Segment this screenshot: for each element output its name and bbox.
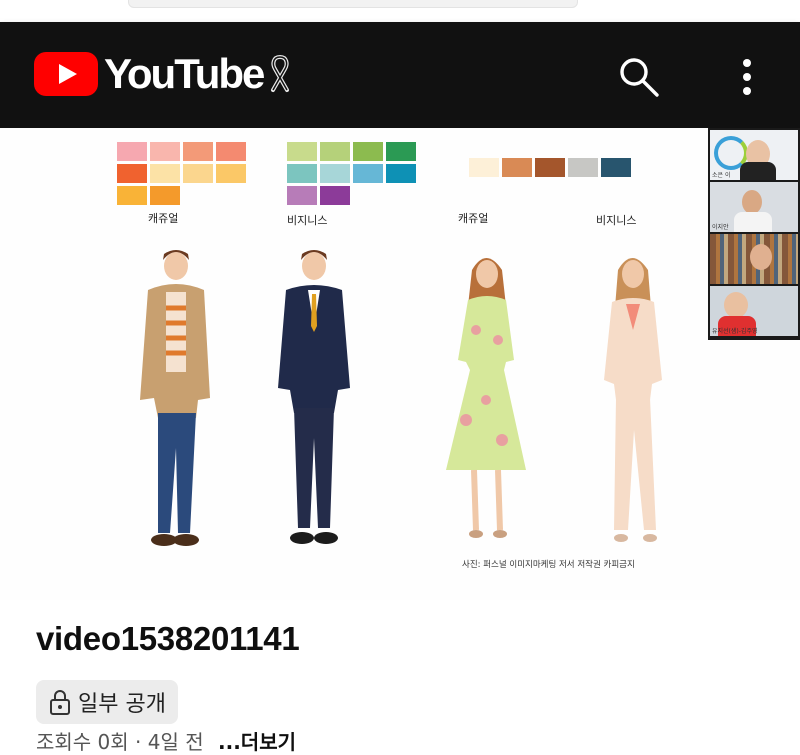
search-button[interactable] xyxy=(614,52,664,102)
color-swatch xyxy=(320,164,350,183)
color-swatch xyxy=(150,164,180,183)
label-business-women: 비지니스 xyxy=(596,214,637,227)
more-button[interactable] xyxy=(722,52,772,102)
app-header: YouTube xyxy=(0,22,800,128)
label-casual-men: 캐쥬얼 xyxy=(148,212,179,225)
ribbon-icon xyxy=(271,55,290,92)
figure-man-business xyxy=(278,250,350,544)
label-casual-women: 캐쥬얼 xyxy=(458,212,489,225)
palette-neutral xyxy=(469,158,631,177)
logo-text: YouTube xyxy=(104,50,265,97)
participant-tile: 이지안 xyxy=(710,182,798,232)
color-swatch xyxy=(287,164,317,183)
color-swatch xyxy=(601,158,631,177)
color-swatch xyxy=(353,142,383,161)
participant-tile: 유지선(샘)-김주영 xyxy=(710,286,798,336)
color-swatch xyxy=(568,158,598,177)
more-vert-icon xyxy=(743,59,751,95)
image-caption: 사진: 퍼스널 이미지마케팅 저서 저작권 카피금지 xyxy=(462,560,635,570)
youtube-logo-icon xyxy=(34,52,98,96)
color-swatch xyxy=(183,142,213,161)
color-swatch xyxy=(353,164,383,183)
color-swatch xyxy=(386,142,416,161)
color-swatch xyxy=(150,142,180,161)
youtube-logo[interactable]: YouTube xyxy=(34,52,293,96)
figure-man-casual xyxy=(140,250,210,546)
palette-business xyxy=(287,142,447,205)
palette-casual-men xyxy=(117,142,277,205)
color-swatch xyxy=(183,164,213,183)
color-swatch xyxy=(502,158,532,177)
video-meta: 조회수 0회 · 4일 전 ...더보기 xyxy=(36,726,296,755)
search-icon xyxy=(620,58,659,97)
color-swatch xyxy=(287,186,317,205)
color-swatch xyxy=(117,186,147,205)
figure-woman-casual xyxy=(446,258,526,538)
color-swatch xyxy=(216,164,246,183)
label-business-men: 비지니스 xyxy=(287,214,328,227)
color-swatch xyxy=(117,164,147,183)
participant-panel: 소은 이 이지안 유지선(샘)-김주영 xyxy=(708,128,800,340)
participant-tile: 소은 이 xyxy=(710,130,798,180)
color-swatch xyxy=(320,142,350,161)
color-swatch xyxy=(320,186,350,205)
visibility-badge[interactable]: 일부 공개 xyxy=(36,680,178,724)
view-count: 조회수 0회 · 4일 전 xyxy=(36,730,204,754)
participant-tile xyxy=(710,234,798,284)
color-swatch xyxy=(150,186,180,205)
url-bar xyxy=(128,0,578,8)
more-link[interactable]: ...더보기 xyxy=(218,730,296,754)
color-swatch xyxy=(117,142,147,161)
video-title: video1538201141 xyxy=(36,620,300,657)
video-player[interactable]: 캐쥬얼 비지니스 캐쥬얼 비지니스 사진: 퍼스널 이미지마케팅 저서 저작권 … xyxy=(0,128,800,600)
color-swatch xyxy=(535,158,565,177)
color-swatch xyxy=(386,164,416,183)
color-swatch xyxy=(469,158,499,177)
status-area xyxy=(0,0,800,22)
color-swatch xyxy=(216,142,246,161)
visibility-label: 일부 공개 xyxy=(78,692,166,717)
lock-icon xyxy=(50,690,70,715)
figure-woman-business xyxy=(604,258,662,542)
color-swatch xyxy=(287,142,317,161)
